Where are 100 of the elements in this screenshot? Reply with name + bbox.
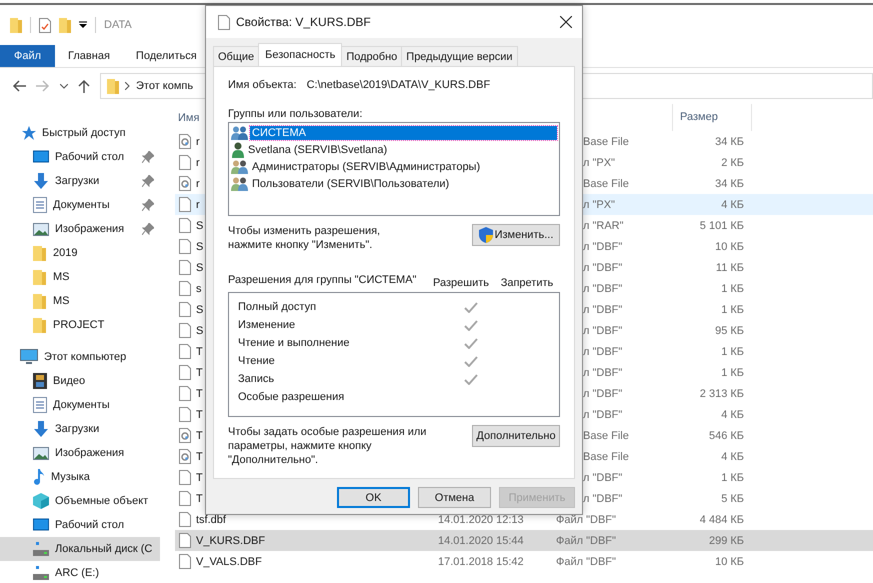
- item-label: MS: [53, 295, 70, 307]
- file-name: S: [196, 304, 204, 316]
- group-label: Этот компьютер: [44, 351, 126, 363]
- item-label: Объемные объект: [55, 495, 150, 507]
- file-size: 4 КБ: [721, 450, 744, 462]
- file-size: 5 101 КБ: [700, 220, 744, 232]
- file-type: л "DBF": [583, 262, 622, 274]
- window-title: DATA: [104, 19, 132, 31]
- file-name: r: [196, 198, 200, 210]
- file-size: 34 КБ: [715, 136, 744, 148]
- file-size: 1 КБ: [721, 304, 744, 316]
- file-name: r: [196, 136, 200, 148]
- file-name: S: [196, 262, 204, 274]
- file-name: T: [196, 450, 203, 462]
- principal-name: Svetlana (SERVIB\Svetlana): [247, 142, 388, 156]
- file-type: л "DBF": [583, 472, 622, 484]
- file-date: 14.01.2020 12:13: [438, 514, 524, 526]
- file-size: 10 КБ: [715, 240, 744, 252]
- permission-name: Особые разрешения: [238, 391, 346, 403]
- permission-name: Запись: [238, 373, 276, 385]
- file-name: T: [196, 472, 203, 484]
- hint-text: Чтобы задать особые разрешения или параметры, нажмите кнопку "Дополнительно".: [228, 425, 426, 467]
- file-size: 546 КБ: [708, 430, 744, 442]
- file-date: 17.01.2018 15:42: [438, 556, 524, 568]
- item-label: Локальный диск (C: [55, 543, 154, 555]
- file-size: 10 КБ: [715, 556, 744, 568]
- object-label: Имя объекта:: [228, 79, 297, 91]
- file-name: T: [196, 492, 203, 504]
- file-type: л "PX": [583, 156, 615, 168]
- file-type: л "PX": [583, 198, 615, 210]
- item-label: Рабочий стол: [55, 519, 126, 531]
- object-path: C:\netbase\2019\DATA\V_KURS.DBF: [306, 79, 490, 91]
- file-type: л "DBF": [583, 408, 622, 420]
- file-type: л "DBF": [583, 324, 622, 336]
- principal-name: СИСТЕМА: [250, 126, 557, 140]
- principal-name: Администраторы (SERVIB\Администраторы): [251, 160, 482, 174]
- file-name: V_KURS.DBF: [196, 534, 266, 546]
- file-size: 4 КБ: [721, 408, 744, 420]
- file-type: Файл "DBF": [556, 556, 616, 568]
- file-size: 2 КБ: [721, 156, 744, 168]
- file-type: л "DBF": [583, 282, 622, 294]
- group-label: Быстрый доступ: [42, 127, 126, 139]
- file-name: tsf.dbf: [196, 514, 226, 526]
- file-type: Base File: [583, 178, 629, 190]
- permissions-label: Разрешения для группы "СИСТЕМА": [228, 274, 418, 288]
- item-label: Изображения: [55, 447, 126, 459]
- file-name: T: [196, 346, 203, 358]
- file-name: T: [196, 366, 203, 378]
- file-size: 95 КБ: [715, 324, 744, 336]
- file-name: T: [196, 388, 203, 400]
- file-type: л "DBF": [583, 346, 622, 358]
- item-label: 2019: [53, 247, 78, 259]
- file-type: л "DBF": [583, 366, 622, 378]
- dialog-title: Свойства: V_KURS.DBF: [236, 15, 372, 29]
- item-label: ARC (E:): [55, 567, 100, 579]
- permission-name: Чтение и выполнение: [238, 337, 350, 349]
- item-label: Изображения: [55, 223, 126, 235]
- item-label: Загрузки: [55, 175, 100, 187]
- item-label: Музыка: [51, 471, 91, 483]
- file-size: 299 КБ: [708, 534, 744, 546]
- item-label: Документы: [53, 199, 111, 211]
- file-size: 4 КБ: [721, 198, 744, 210]
- file-name: s: [196, 282, 202, 294]
- permission-name: Полный доступ: [238, 301, 318, 313]
- file-name: S: [196, 240, 204, 252]
- file-size: 1 КБ: [721, 472, 744, 484]
- file-size: 5 КБ: [721, 492, 744, 504]
- file-name: T: [196, 430, 203, 442]
- file-type: Base File: [583, 430, 629, 442]
- hint-text: Чтобы изменить разрешения, нажмите кнопку "Изменить".: [228, 224, 380, 252]
- file-type: Файл "DBF": [556, 514, 616, 526]
- file-size: 34 КБ: [715, 178, 744, 190]
- file-size: 11 КБ: [716, 262, 744, 274]
- file-type: л "RAR": [583, 220, 624, 232]
- permission-name: Изменение: [238, 319, 296, 331]
- item-label: Документы: [53, 399, 111, 411]
- permission-name: Чтение: [238, 355, 276, 367]
- file-size: 1 КБ: [721, 346, 744, 358]
- item-label: PROJECT: [53, 319, 106, 331]
- file-name: S: [196, 220, 204, 232]
- file-date: 14.01.2020 15:44: [438, 534, 524, 546]
- file-type: л "DBF": [583, 492, 622, 504]
- file-size: 1 КБ: [721, 282, 744, 294]
- item-label: MS: [53, 271, 70, 283]
- groups-label: Группы или пользователи:: [228, 108, 364, 120]
- principal-name: Пользователи (SERVIB\Пользователи): [251, 176, 450, 190]
- file-size: 2 313 КБ: [700, 388, 744, 400]
- file-type: л "DBF": [583, 304, 622, 316]
- file-name: r: [196, 156, 200, 168]
- file-name: S: [196, 324, 204, 336]
- file-type: Base File: [583, 450, 629, 462]
- file-name: V_VALS.DBF: [196, 556, 262, 568]
- deny-header: Запретить: [500, 276, 554, 291]
- file-type: Файл "DBF": [556, 534, 616, 546]
- file-name: r: [196, 178, 200, 190]
- file-type: Base File: [583, 136, 629, 148]
- file-type: л "DBF": [583, 240, 622, 252]
- file-size: 1 КБ: [721, 366, 744, 378]
- file-size: 4 484 КБ: [700, 514, 744, 526]
- allow-header: Разрешить: [432, 276, 490, 291]
